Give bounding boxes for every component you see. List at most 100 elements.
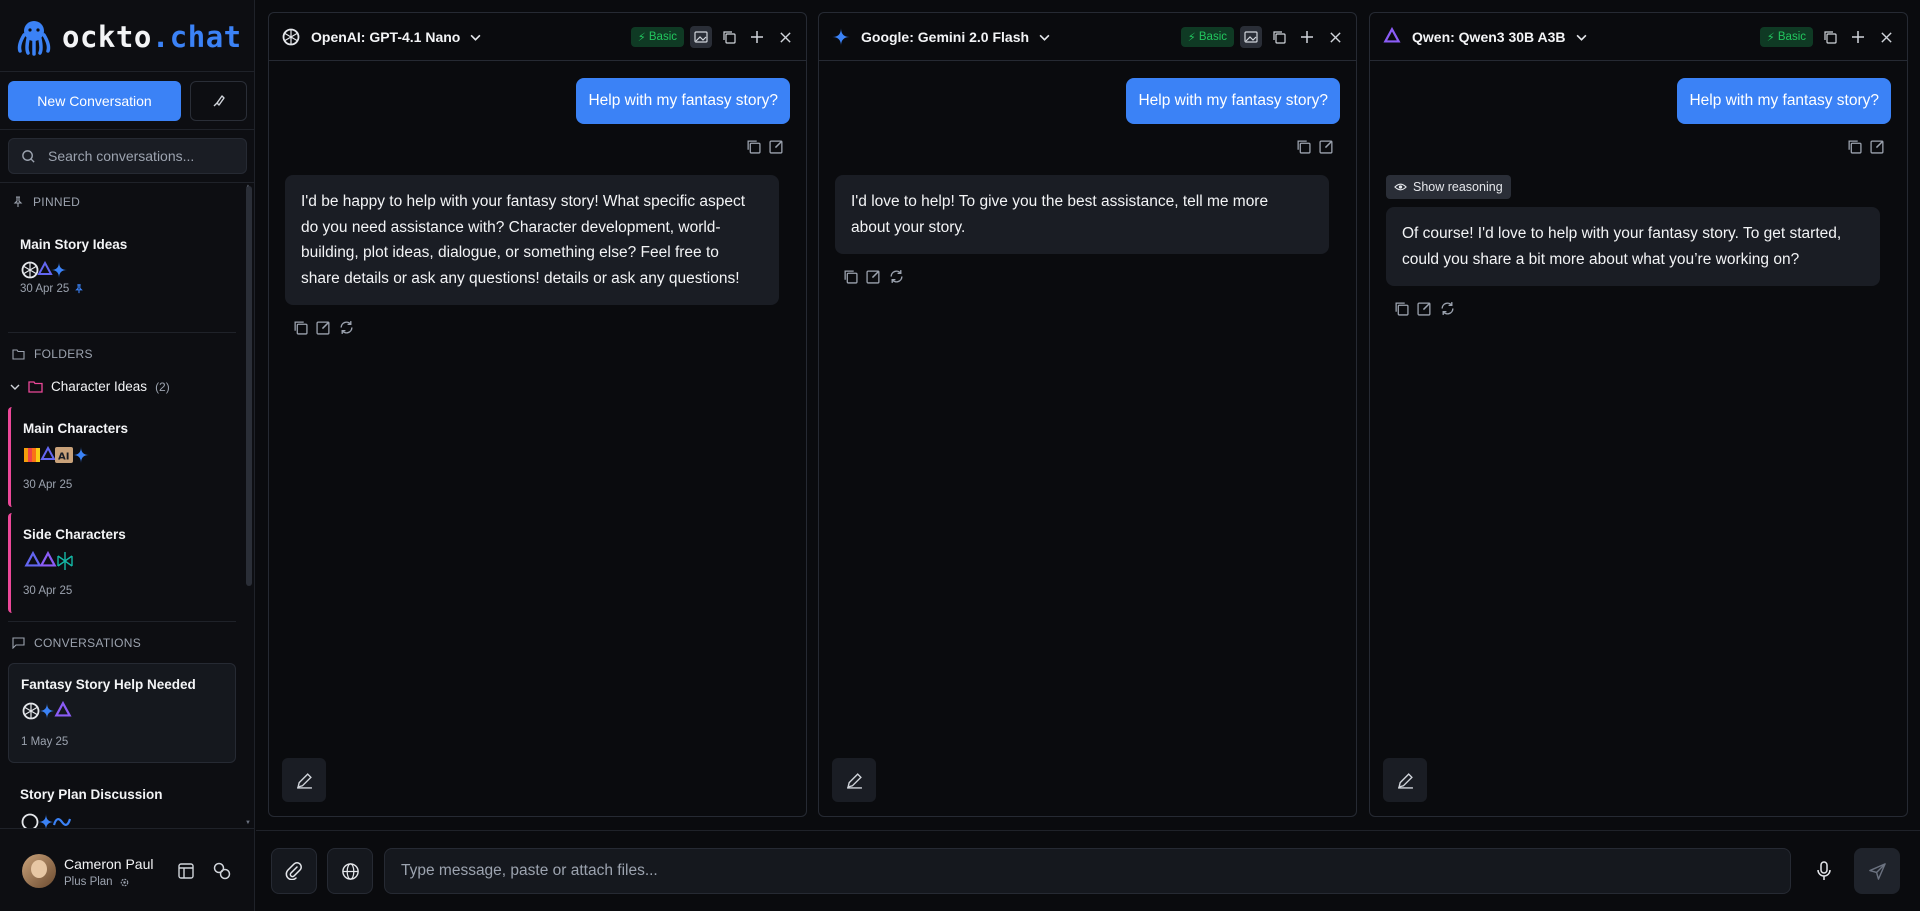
model-selector[interactable]: OpenAI: GPT-4.1 Nano xyxy=(281,27,481,47)
compose-button[interactable] xyxy=(282,758,326,802)
copy-icon[interactable] xyxy=(1394,301,1409,316)
model-icons xyxy=(20,260,68,280)
copy-icon xyxy=(723,31,736,44)
regenerate-icon[interactable] xyxy=(1440,301,1455,316)
compose-button[interactable] xyxy=(832,758,876,802)
logo[interactable]: ockto.chat xyxy=(14,14,242,60)
octopus-logo-icon xyxy=(17,21,51,56)
pen-icon xyxy=(1397,772,1413,789)
folders-section-title: FOLDERS xyxy=(12,347,93,361)
brush-icon xyxy=(213,95,225,107)
user-message: Help with my fantasy story? xyxy=(1126,78,1340,124)
user-message-actions xyxy=(1296,139,1334,154)
eye-icon xyxy=(1394,183,1407,191)
pinned-section-title: PINNED xyxy=(12,195,80,209)
avatar[interactable] xyxy=(22,854,56,888)
perplexity-icon xyxy=(57,552,73,570)
chat-panel-1: OpenAI: GPT-4.1 Nano ⚡ Basic Help with my… xyxy=(268,12,807,817)
sidebar-scrollbar[interactable] xyxy=(246,186,252,586)
divider xyxy=(0,71,255,72)
edit-icon[interactable] xyxy=(1319,139,1334,154)
new-conversation-button[interactable]: New Conversation xyxy=(8,81,181,121)
close-panel-button[interactable] xyxy=(1324,26,1346,48)
edit-icon[interactable] xyxy=(1417,301,1432,316)
show-reasoning-button[interactable]: Show reasoning xyxy=(1386,175,1511,199)
copy-icon xyxy=(1273,31,1286,44)
add-panel-button[interactable] xyxy=(746,26,768,48)
plus-icon xyxy=(1301,31,1313,43)
conversation-title: Main Characters xyxy=(23,421,129,436)
ai-message: Of course! I'd love to help with your fa… xyxy=(1386,207,1880,286)
image-toggle-button[interactable] xyxy=(1240,26,1262,48)
send-button[interactable] xyxy=(1854,848,1900,894)
close-panel-button[interactable] xyxy=(1875,26,1897,48)
copy-icon[interactable] xyxy=(1847,139,1862,154)
duplicate-panel-button[interactable] xyxy=(1819,26,1841,48)
edit-icon[interactable] xyxy=(866,269,881,284)
sidebar: ockto.chat New Conversation PINNED Main … xyxy=(0,0,255,911)
edit-icon[interactable] xyxy=(316,320,331,335)
plus-icon xyxy=(751,31,763,43)
qwen-icon xyxy=(1383,27,1401,43)
folder-conversation[interactable]: Side Characters 30 Apr 25 xyxy=(8,513,236,613)
conversation-date: 30 Apr 25 xyxy=(23,585,73,597)
model-switch-button[interactable] xyxy=(212,861,232,881)
conversation-item[interactable]: Story Plan Discussion xyxy=(8,773,236,828)
pinned-conversation[interactable]: Main Story Ideas 30 Apr 25 xyxy=(8,223,236,303)
ai-message: I'd love to help! To give you the best a… xyxy=(835,175,1329,254)
regenerate-icon[interactable] xyxy=(339,320,354,335)
duplicate-panel-button[interactable] xyxy=(718,26,740,48)
microphone-button[interactable] xyxy=(1801,848,1847,894)
pen-icon xyxy=(296,772,312,789)
copy-icon[interactable] xyxy=(843,269,858,284)
model-selector[interactable]: Google: Gemini 2.0 Flash xyxy=(831,27,1050,47)
duplicate-panel-button[interactable] xyxy=(1268,26,1290,48)
add-panel-button[interactable] xyxy=(1847,26,1869,48)
gemini-icon xyxy=(51,262,67,278)
layout-button[interactable] xyxy=(176,861,196,881)
panel-header: Qwen: Qwen3 30B A3B ⚡ Basic xyxy=(1370,13,1907,61)
conversation-item-active[interactable]: Fantasy Story Help Needed 1 May 25 xyxy=(8,663,236,763)
edit-icon[interactable] xyxy=(769,139,784,154)
sidebar-list: PINNED Main Story Ideas 30 Apr 25 FOLDER… xyxy=(0,183,255,828)
add-panel-button[interactable] xyxy=(1296,26,1318,48)
conversation-date: 1 May 25 xyxy=(21,736,69,748)
panel-header: OpenAI: GPT-4.1 Nano ⚡ Basic xyxy=(269,13,806,61)
message-input[interactable] xyxy=(401,862,1790,880)
ai-message-line: about your story. xyxy=(851,218,966,236)
chevron-down-icon xyxy=(1576,34,1587,41)
close-panel-button[interactable] xyxy=(774,26,796,48)
search-box[interactable] xyxy=(8,138,247,174)
copy-icon[interactable] xyxy=(746,139,761,154)
ai-message-line: could you share a bit more about what yo… xyxy=(1402,250,1800,268)
scroll-down-arrow[interactable]: ▼ xyxy=(245,820,253,826)
user-message: Help with my fantasy story? xyxy=(1677,78,1891,124)
copy-icon[interactable] xyxy=(1296,139,1311,154)
attach-button[interactable] xyxy=(271,848,317,894)
folder-character-ideas[interactable]: Character Ideas (2) xyxy=(10,379,170,394)
ai-message-line: I'd be happy to help with your fantasy s… xyxy=(301,193,746,210)
compose-button[interactable] xyxy=(1383,758,1427,802)
image-toggle-button[interactable] xyxy=(690,26,712,48)
edit-icon[interactable] xyxy=(1870,139,1885,154)
gear-icon[interactable] xyxy=(119,877,130,888)
model-selector[interactable]: Qwen: Qwen3 30B A3B xyxy=(1382,27,1587,47)
chevron-down-icon xyxy=(1039,34,1050,41)
message-input-box[interactable] xyxy=(384,848,1791,894)
web-search-button[interactable] xyxy=(327,848,373,894)
regenerate-icon[interactable] xyxy=(889,269,904,284)
meta-icon xyxy=(52,818,72,826)
conversation-title: Main Story Ideas xyxy=(20,237,128,252)
folder-icon xyxy=(28,381,43,393)
divider xyxy=(8,621,236,622)
close-icon xyxy=(1329,31,1341,43)
brush-button[interactable] xyxy=(190,81,247,121)
copy-icon[interactable] xyxy=(293,320,308,335)
chevron-down-icon xyxy=(470,34,481,41)
qwen-icon xyxy=(54,701,72,717)
search-input[interactable] xyxy=(48,148,228,164)
ai-message-actions xyxy=(293,320,354,335)
folder-conversation[interactable]: Main Characters AI 30 Apr 25 xyxy=(8,407,236,507)
close-icon xyxy=(779,31,791,43)
conversation-date: 30 Apr 25 xyxy=(23,479,73,491)
